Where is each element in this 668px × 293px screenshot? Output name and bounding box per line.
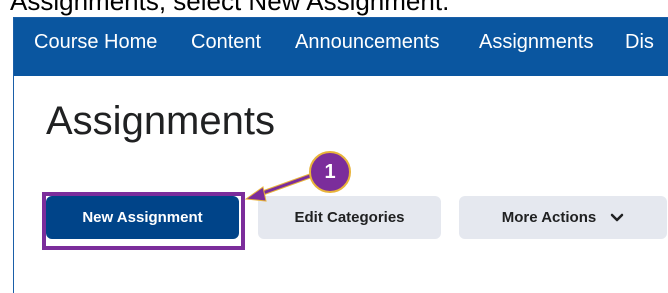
instruction-caption-text: Assignments, select New Assignment. [10, 0, 450, 16]
instruction-caption: Assignments, select New Assignment. [0, 0, 668, 16]
step-number-badge: 1 [309, 151, 351, 193]
screenshot-frame: Course Home Content Announcements Assign… [13, 17, 668, 293]
